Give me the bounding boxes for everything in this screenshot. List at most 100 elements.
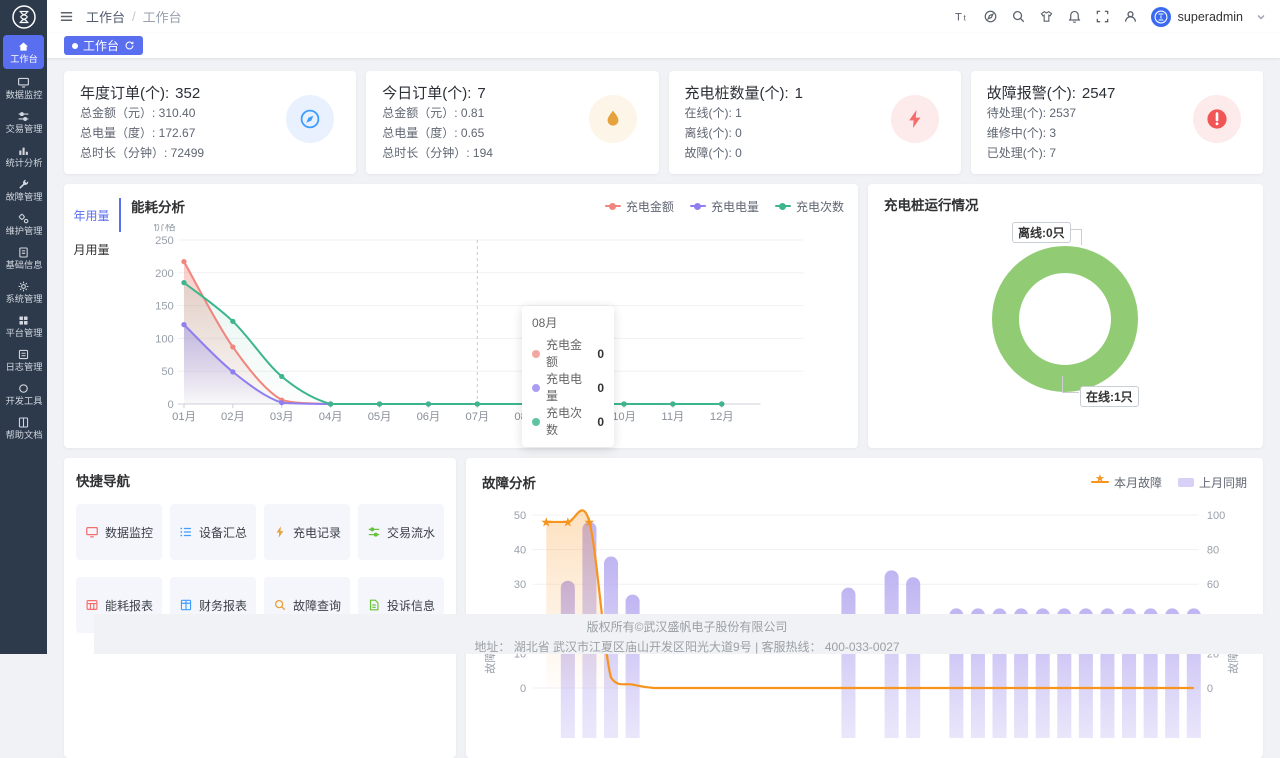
sidebar-item-1[interactable]: 数据监控 <box>2 71 45 105</box>
sidebar-item-label: 基础信息 <box>5 260 42 270</box>
energy-legend: 充电金额充电电量充电次数 <box>605 198 844 215</box>
sidebar-item-5[interactable]: 维护管理 <box>2 207 45 241</box>
sidebar-item-4[interactable]: 故障管理 <box>2 173 45 207</box>
app-logo <box>0 0 47 33</box>
svg-text:12月: 12月 <box>710 411 734 423</box>
notification-icon[interactable] <box>1067 9 1082 24</box>
drop-icon <box>589 95 637 143</box>
stat-card-line: 故障(个): 0 <box>685 143 945 163</box>
topbar-actions: Tt <box>955 9 1138 24</box>
legend-item[interactable]: ★本月故障 <box>1091 474 1162 491</box>
quick-nav-3[interactable]: 交易流水 <box>358 504 444 560</box>
pile-status-chart: 离线:0只 在线:1只 <box>884 214 1247 444</box>
sidebar-item-9[interactable]: 日志管理 <box>2 343 45 377</box>
theme-skin-icon[interactable] <box>1039 9 1054 24</box>
svg-text:50: 50 <box>161 366 173 378</box>
tab-workbench[interactable]: 工作台 <box>64 36 143 55</box>
svg-text:04月: 04月 <box>319 411 343 423</box>
sidebar-item-0[interactable]: 工作台 <box>3 35 44 69</box>
sidebar-item-7[interactable]: 系统管理 <box>2 275 45 309</box>
username[interactable]: superadmin <box>1178 10 1243 24</box>
main-area: 工作台 / 工作台 Tt superadmin 工作台 年度订单(个): <box>47 0 1280 654</box>
breadcrumb: 工作台 / 工作台 <box>86 7 182 26</box>
collapse-menu-icon[interactable] <box>59 9 74 24</box>
sidebar: 工作台数据监控交易管理统计分析故障管理维护管理基础信息系统管理平台管理日志管理开… <box>0 0 47 654</box>
sidebar-item-label: 维护管理 <box>5 226 42 236</box>
sidebar-item-label: 开发工具 <box>5 396 42 406</box>
sidebar-item-label: 数据监控 <box>5 90 42 100</box>
quick-nav-2[interactable]: 充电记录 <box>264 504 350 560</box>
stat-card-line: 已处理(个): 7 <box>987 143 1247 163</box>
profile-icon[interactable] <box>1123 9 1138 24</box>
quick-nav-title: 快捷导航 <box>76 470 444 490</box>
stat-card-3: 故障报警(个):2547待处理(个): 2537维修中(个): 3已处理(个):… <box>971 71 1263 174</box>
sidebar-item-6[interactable]: 基础信息 <box>2 241 45 275</box>
monitor-icon <box>17 76 30 89</box>
sidebar-item-label: 交易管理 <box>5 124 42 134</box>
svg-text:★: ★ <box>584 514 596 529</box>
energy-chart-area: 能耗分析 充电金额充电电量充电次数 050100150200250价格01月02… <box>121 194 858 440</box>
energy-line-chart: 050100150200250价格01月02月03月04月05月06月07月08… <box>131 224 844 424</box>
energy-tab-0[interactable]: 年用量 <box>64 198 121 232</box>
address-line: 地址： 湖北省 武汉市江夏区庙山开发区阳光大道9号 | 客服热线： 400-03… <box>94 635 1280 655</box>
svg-text:05月: 05月 <box>368 411 392 423</box>
svg-text:100: 100 <box>1207 510 1225 522</box>
legend-item[interactable]: 上月同期 <box>1178 474 1247 491</box>
quick-nav-1[interactable]: 设备汇总 <box>170 504 256 560</box>
svg-text:06月: 06月 <box>417 411 441 423</box>
tooltip-row: 充电电量0 <box>532 371 604 405</box>
guide-icon[interactable] <box>983 9 998 24</box>
svg-text:200: 200 <box>155 268 174 280</box>
tooltip-row: 充电金额0 <box>532 337 604 371</box>
svg-text:11月: 11月 <box>661 411 684 423</box>
sidebar-item-3[interactable]: 统计分析 <box>2 139 45 173</box>
stat-card-0: 年度订单(个):352总金额（元）: 310.40总电量（度）: 172.67总… <box>64 71 356 174</box>
tabbar: 工作台 <box>47 33 1280 58</box>
svg-text:10月: 10月 <box>612 411 636 423</box>
search-icon[interactable] <box>1011 9 1026 24</box>
online-label: 在线:1只 <box>1080 386 1139 407</box>
energy-tab-1[interactable]: 月用量 <box>64 232 121 266</box>
sidebar-item-11[interactable]: 帮助文档 <box>2 411 45 445</box>
online-label-connector <box>1062 376 1079 393</box>
wrench-icon <box>17 178 30 191</box>
legend-item[interactable]: 充电次数 <box>775 198 844 215</box>
document-icon <box>17 246 30 259</box>
svg-text:t: t <box>963 12 966 22</box>
user-avatar[interactable] <box>1151 7 1171 27</box>
fault-analysis-card: 故障分析 ★本月故障上月同期 50403020100100806040200故障… <box>466 458 1263 758</box>
svg-text:07月: 07月 <box>465 411 489 423</box>
svg-text:T: T <box>955 11 962 23</box>
content: 年度订单(个):352总金额（元）: 310.40总电量（度）: 172.67总… <box>47 58 1280 654</box>
svg-text:250: 250 <box>155 235 174 247</box>
gears-icon <box>17 212 30 225</box>
font-size-icon[interactable]: Tt <box>955 9 970 24</box>
grid-icon <box>17 314 30 327</box>
sidebar-item-2[interactable]: 交易管理 <box>2 105 45 139</box>
svg-text:0: 0 <box>168 399 174 411</box>
sidebar-item-label: 故障管理 <box>5 192 42 202</box>
sidebar-item-10[interactable]: 开发工具 <box>2 377 45 411</box>
energy-chart-tooltip: 08月充电金额0充电电量0充电次数0 <box>522 306 614 447</box>
legend-item[interactable]: 充电电量 <box>690 198 759 215</box>
pile-status-card: 充电桩运行情况 离线:0只 在线:1只 <box>868 184 1263 448</box>
svg-text:50: 50 <box>514 510 526 522</box>
breadcrumb-root[interactable]: 工作台 <box>86 7 125 26</box>
fault-chart-title: 故障分析 <box>482 472 536 492</box>
fullscreen-icon[interactable] <box>1095 9 1110 24</box>
active-tab-dot <box>72 43 78 49</box>
svg-text:02月: 02月 <box>221 411 245 423</box>
svg-text:★: ★ <box>540 514 552 529</box>
sidebar-item-label: 帮助文档 <box>5 430 42 440</box>
energy-range-tabs: 年用量月用量 <box>64 194 121 440</box>
svg-text:0: 0 <box>1207 683 1213 695</box>
sidebar-menu: 工作台数据监控交易管理统计分析故障管理维护管理基础信息系统管理平台管理日志管理开… <box>0 35 47 445</box>
chevron-down-icon[interactable] <box>1256 12 1266 22</box>
sidebar-item-8[interactable]: 平台管理 <box>2 309 45 343</box>
tab-label: 工作台 <box>83 37 119 54</box>
log-icon <box>17 348 30 361</box>
legend-item[interactable]: 充电金额 <box>605 198 674 215</box>
svg-text:100: 100 <box>155 333 174 345</box>
quick-nav-0[interactable]: 数据监控 <box>76 504 162 560</box>
offline-label: 离线:0只 <box>1012 222 1071 243</box>
